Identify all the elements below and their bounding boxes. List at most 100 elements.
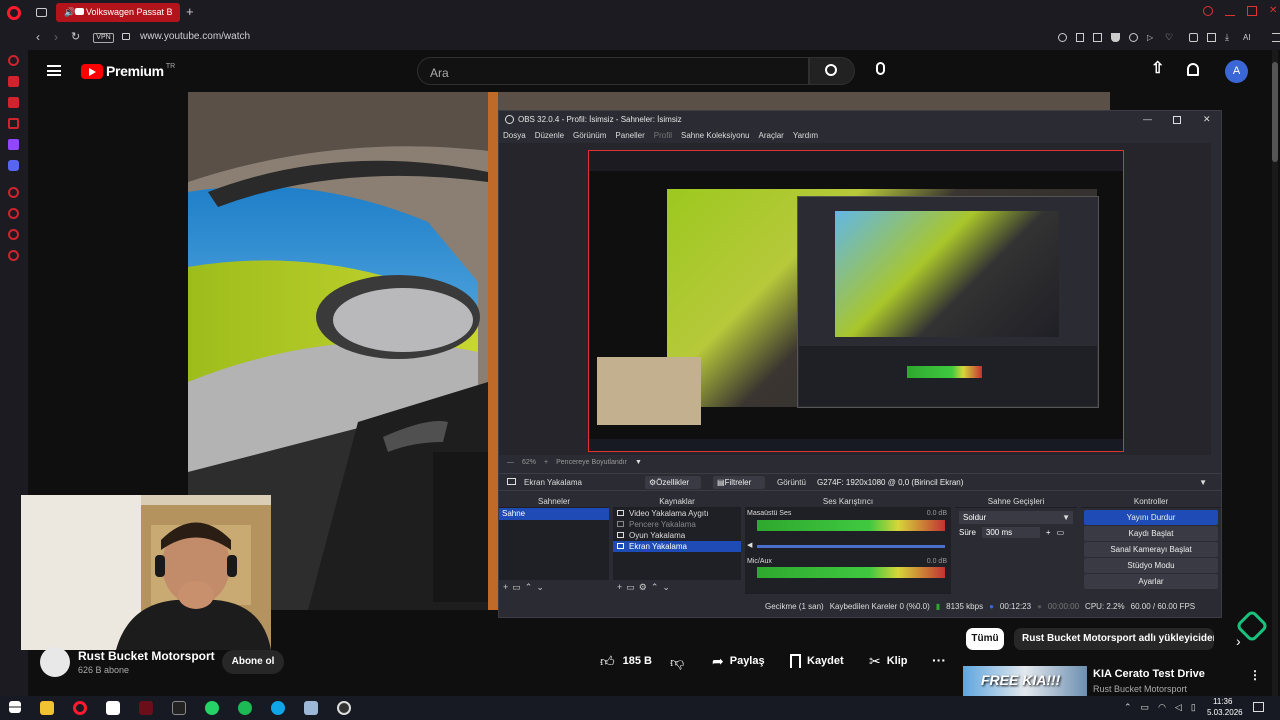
sidebar-discord-icon[interactable]	[8, 160, 19, 171]
filters-button[interactable]: ▤Filtreler	[713, 476, 765, 489]
avatar[interactable]: A	[1225, 60, 1248, 83]
properties-button[interactable]: ⚙Özellikler	[645, 476, 701, 489]
clip-button[interactable]: ✂ Klip	[869, 654, 908, 668]
zoom-in-button[interactable]: +	[544, 459, 548, 466]
file-explorer-icon[interactable]	[40, 701, 54, 715]
obs-menu-file[interactable]: Dosya	[503, 131, 526, 140]
vpn-badge[interactable]: VPN	[93, 33, 114, 43]
obs-minimize-icon[interactable]: —	[1143, 114, 1152, 124]
download-icon[interactable]	[1129, 33, 1138, 42]
source-settings-button[interactable]: ⚙	[639, 582, 651, 592]
save-button[interactable]: Kaydet	[790, 654, 844, 668]
snapshot-icon[interactable]	[1093, 33, 1102, 42]
page-scrollbar[interactable]	[1272, 50, 1278, 696]
pin-icon[interactable]	[1076, 33, 1084, 42]
zoom-dropdown-icon[interactable]: ▼	[635, 459, 642, 466]
aria-ai-icon[interactable]: AI	[1243, 33, 1263, 42]
sidebar-twitch-icon[interactable]	[8, 139, 19, 150]
subscribe-button[interactable]: Abone ol	[222, 650, 284, 674]
search-tabs-icon[interactable]	[1203, 6, 1213, 16]
zoom-out-button[interactable]: —	[507, 459, 514, 466]
more-actions-icon[interactable]: ···	[932, 652, 946, 668]
menu-icon[interactable]	[47, 65, 61, 76]
obs-menu-profile[interactable]: Profil	[654, 131, 672, 140]
obs-menu-docks[interactable]: Paneller	[615, 131, 644, 140]
notepad-icon[interactable]	[304, 701, 318, 715]
workspaces-icon[interactable]	[36, 8, 47, 17]
sidebar-clock-icon[interactable]	[8, 208, 19, 219]
tray-network-icon[interactable]: ▭	[1141, 702, 1150, 713]
studio-mode-button[interactable]: Stüdyo Modu	[1084, 558, 1218, 573]
fit-to-window[interactable]: Pencereye Boyutlandır	[556, 459, 627, 466]
app-red-icon[interactable]	[139, 701, 153, 715]
like-button[interactable]: 👍︎ 185 B	[600, 654, 652, 668]
easy-setup-icon[interactable]	[1272, 33, 1280, 42]
remove-scene-button[interactable]: ▭	[512, 582, 525, 592]
share-button[interactable]: ➦ Paylaş	[712, 654, 765, 668]
upload-icon[interactable]: ⇧	[1151, 61, 1164, 77]
remove-transition-icon[interactable]: ▭	[1057, 528, 1065, 537]
obs-taskbar-icon[interactable]	[337, 701, 351, 715]
reload-icon[interactable]: ↻	[71, 30, 80, 43]
duration-input[interactable]: 300 ms	[981, 527, 1040, 538]
taskbar-date[interactable]: 5.03.2026	[1207, 708, 1243, 717]
obs-menu-help[interactable]: Yardım	[793, 131, 818, 140]
dislike-button[interactable]: 👎︎	[670, 654, 684, 672]
start-recording-button[interactable]: Kaydı Başlat	[1084, 526, 1218, 541]
sidebar-bookmark-icon[interactable]	[8, 229, 19, 240]
tray-wifi-icon[interactable]: ◠	[1158, 702, 1166, 713]
scene-item[interactable]: Sahne	[499, 508, 609, 520]
tray-mic-icon[interactable]: ▯	[1191, 702, 1196, 713]
close-icon[interactable]: ✕	[1269, 6, 1279, 16]
rec-channel[interactable]: Rust Bucket Motorsport	[1093, 684, 1187, 694]
spotify-icon[interactable]	[238, 701, 252, 715]
rec-title[interactable]: KIA Cerato Test Drive	[1093, 668, 1205, 680]
filter-chip-all[interactable]: Tümü	[966, 628, 1004, 650]
obs-menu-view[interactable]: Görünüm	[573, 131, 606, 140]
stop-stream-button[interactable]: Yayını Durdur	[1084, 510, 1218, 525]
chips-next-icon[interactable]: ›	[1236, 634, 1241, 648]
add-transition-icon[interactable]: +	[1046, 528, 1051, 537]
rec-thumbnail[interactable]: FREE KIA!!!	[963, 666, 1087, 696]
notifications-icon[interactable]	[1187, 63, 1199, 76]
tray-volume-icon[interactable]: ◁	[1175, 702, 1182, 713]
minimize-icon[interactable]	[1225, 6, 1235, 16]
search-input[interactable]: Ara	[417, 57, 809, 85]
new-tab-button[interactable]: +	[186, 4, 194, 19]
settings-button[interactable]: Ayarlar	[1084, 574, 1218, 589]
channel-avatar[interactable]	[40, 647, 70, 677]
scene-down-button[interactable]: ⌄	[536, 582, 548, 592]
source-item[interactable]: Video Yakalama Aygıtı	[613, 508, 741, 519]
sidebar-player-icon[interactable]	[8, 97, 19, 108]
source-item[interactable]: Pencere Yakalama	[613, 519, 741, 530]
wallet-icon[interactable]	[1207, 33, 1216, 42]
whatsapp-icon[interactable]	[205, 701, 219, 715]
obs-menu-scene-collection[interactable]: Sahne Koleksiyonu	[681, 131, 750, 140]
add-source-button[interactable]: +	[617, 582, 626, 592]
zoom-icon[interactable]	[1058, 33, 1067, 42]
obs-close-icon[interactable]: ✕	[1203, 114, 1211, 125]
source-item-selected[interactable]: Ekran Yakalama	[613, 541, 741, 552]
maximize-icon[interactable]	[1247, 6, 1257, 16]
forward-icon[interactable]: ›	[54, 30, 58, 44]
heart-icon[interactable]: ♡	[1165, 33, 1174, 42]
search-button[interactable]	[809, 57, 855, 85]
url-text[interactable]: www.youtube.com/watch	[140, 31, 250, 42]
microphone-icon[interactable]	[876, 62, 885, 75]
obs-maximize-icon[interactable]	[1173, 116, 1181, 124]
opera-logo-icon[interactable]	[7, 6, 21, 20]
downloads-icon[interactable]: ⤓	[1225, 33, 1234, 42]
filter-chip-uploader[interactable]: Rust Bucket Motorsport adlı yükleyiciden	[1014, 628, 1214, 650]
source-down-button[interactable]: ⌄	[662, 582, 674, 592]
display-select[interactable]: G274F: 1920x1080 @ 0,0 (Birincil Ekran) ▼	[813, 476, 1211, 489]
desktop-volume-slider[interactable]	[757, 545, 945, 548]
source-item[interactable]: Oyun Yakalama	[613, 530, 741, 541]
back-icon[interactable]: ‹	[36, 30, 40, 44]
start-virtual-camera-button[interactable]: Sanal Kamerayı Başlat	[1084, 542, 1218, 557]
opera-gx-icon[interactable]	[73, 701, 87, 715]
scrollbar-thumb[interactable]	[1272, 62, 1278, 162]
sidebar-messenger-icon[interactable]	[8, 118, 19, 129]
extensions-icon[interactable]	[1189, 33, 1198, 42]
terminal-icon[interactable]	[172, 701, 186, 715]
windows-start-icon[interactable]	[9, 701, 21, 713]
